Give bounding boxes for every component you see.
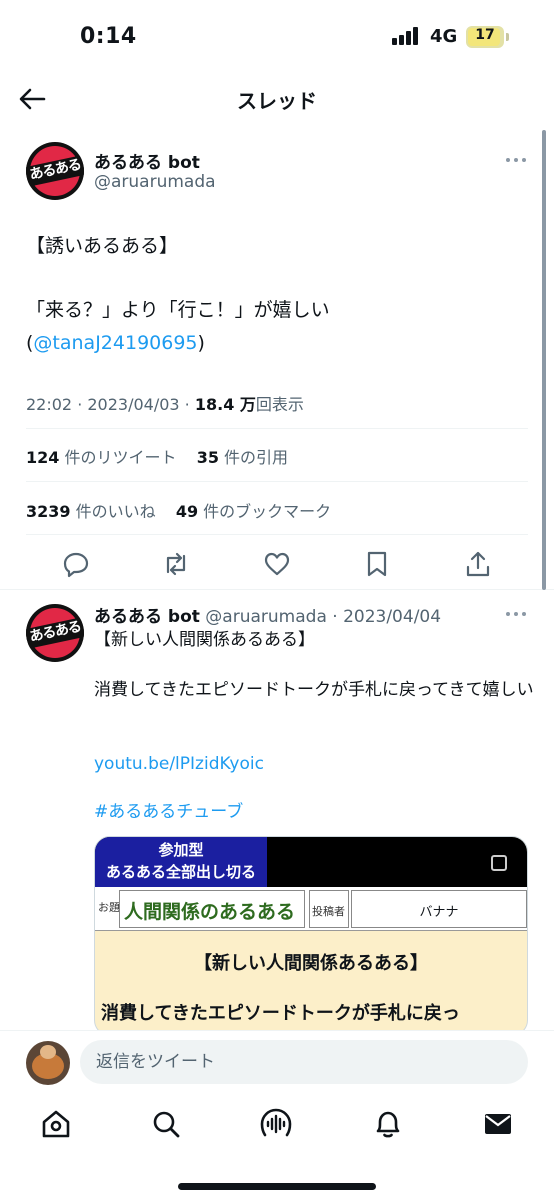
author-name[interactable]: あるある bot (94, 607, 200, 627)
top-header: スレッド (0, 72, 554, 126)
avatar[interactable]: あるある (26, 604, 84, 662)
bookmarks-label[interactable]: 件のブックマーク (198, 502, 331, 521)
signal-icon (392, 27, 422, 45)
spaces-icon[interactable] (260, 1108, 292, 1140)
page-title: スレッド (237, 89, 317, 113)
status-bar: 0:14 4G 17 (0, 0, 554, 72)
reply-input[interactable] (80, 1040, 528, 1084)
bookmarks-count[interactable]: 49 (176, 502, 198, 521)
more-options-icon[interactable] (506, 156, 528, 164)
tweet-actions (0, 540, 554, 584)
divider (26, 481, 528, 482)
scrollbar[interactable] (542, 130, 546, 590)
status-time: 0:14 (80, 24, 137, 49)
tweet-line-2: 「来る？」より「行こ！」が嬉しい (26, 299, 330, 321)
poster-label-cell: 投稿者 (309, 890, 349, 928)
hashtag-link[interactable]: #あるあるチューブ (94, 800, 534, 825)
poster-cell: バナナ (351, 890, 527, 928)
topic-cell: 人間関係のあるある (119, 890, 305, 928)
like-icon[interactable] (263, 550, 291, 578)
search-icon[interactable] (150, 1108, 182, 1140)
media-thumbnail[interactable]: 参加型 あるある全部出し切る お題 人間関係のあるある 投稿者 バナナ 【新しい… (94, 836, 528, 1030)
avatar[interactable]: あるある (26, 142, 84, 200)
media-title: 【新しい人間関係あるある】 (194, 953, 428, 974)
retweets-count[interactable]: 124 (26, 448, 59, 467)
bottom-nav (0, 1092, 554, 1200)
battery-level: 17 (475, 27, 495, 43)
share-icon[interactable] (464, 550, 492, 578)
like-bookmark-stats: 3239 件のいいね 49 件のブックマーク (26, 498, 331, 522)
battery-icon: 17 (466, 26, 504, 48)
media-tag: 参加型 あるある全部出し切る (95, 837, 267, 887)
bookmark-icon[interactable] (363, 550, 391, 578)
topic-text: 人間関係のあるある (124, 901, 296, 923)
quotes-label[interactable]: 件の引用 (219, 448, 288, 467)
retweet-icon[interactable] (162, 550, 190, 578)
reply-line-2: 消費してきたエピソードトークが手札に戻ってきて嬉しい (94, 680, 534, 700)
reply-icon[interactable] (62, 550, 90, 578)
author-handle[interactable]: @aruarumada (94, 172, 216, 192)
notifications-icon[interactable] (372, 1108, 404, 1140)
retweet-quote-stats: 124 件のリツイート 35 件の引用 (26, 444, 288, 468)
topic-label: お題 (98, 901, 120, 914)
author-handle-date[interactable]: @aruarumada · 2023/04/04 (200, 607, 441, 627)
poster-label: 投稿者 (312, 905, 345, 918)
likes-label[interactable]: 件のいいね (71, 502, 156, 521)
reply-bar (0, 1030, 554, 1092)
media-info-row: お題 人間関係のあるある 投稿者 バナナ (95, 887, 527, 931)
poster-name: バナナ (419, 905, 459, 920)
user-avatar[interactable] (26, 1041, 70, 1085)
more-options-icon[interactable] (506, 610, 528, 618)
divider (26, 534, 528, 535)
media-subtitle: 消費してきたエピソードトークが手札に戻っ (101, 1003, 460, 1024)
divider (26, 428, 528, 429)
reply-tweet[interactable]: あるある あるある bot @aruarumada · 2023/04/04 【… (0, 590, 554, 1030)
quotes-count[interactable]: 35 (197, 448, 219, 467)
reply-line-1: 【新しい人間関係あるある】 (94, 630, 315, 650)
tweet-meta: 22:02 · 2023/04/03 · 18.4 万回表示 (26, 391, 304, 415)
reply-header: あるある bot @aruarumada · 2023/04/04 (94, 602, 441, 627)
likes-count[interactable]: 3239 (26, 502, 71, 521)
home-indicator[interactable] (178, 1183, 376, 1190)
tweet-line-3: (@tanaJ24190695) (26, 327, 205, 359)
retweets-label[interactable]: 件のリツイート (59, 448, 176, 467)
paren-close: ) (197, 332, 205, 354)
messages-icon[interactable] (482, 1108, 514, 1140)
mention-link[interactable]: @tanaJ24190695 (33, 332, 197, 354)
views-label: 回表示 (255, 395, 304, 414)
media-tag-line-1: 参加型 (158, 841, 204, 859)
home-icon[interactable] (40, 1108, 72, 1140)
author-name[interactable]: あるある bot (94, 148, 200, 173)
battery-tip (506, 33, 509, 41)
media-header: 参加型 あるある全部出し切る (95, 837, 527, 887)
tweet-timestamp[interactable]: 22:02 · 2023/04/03 · (26, 395, 195, 414)
network-type: 4G (430, 26, 458, 47)
views-count: 18.4 万 (194, 395, 256, 414)
tweet-line-1: 【誘いあるある】 (26, 235, 179, 257)
youtube-link[interactable]: youtu.be/lPIzidKyoic (94, 752, 534, 777)
caption-icon[interactable] (491, 855, 507, 871)
media-tag-line-2: あるある全部出し切る (105, 863, 256, 881)
